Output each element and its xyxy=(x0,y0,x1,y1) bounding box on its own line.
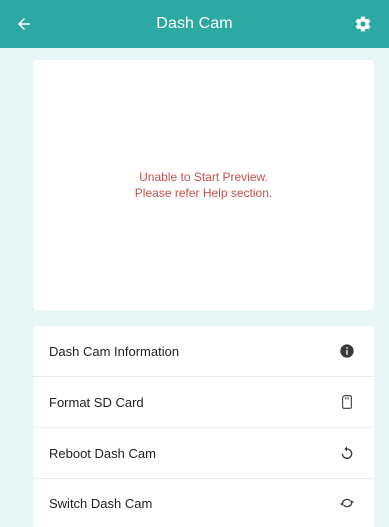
switch-icon xyxy=(336,492,358,514)
menu-item-format-sd-card[interactable]: Format SD Card xyxy=(33,377,374,428)
settings-menu: Dash Cam Information Format SD Card Rebo… xyxy=(33,326,374,527)
page-title: Dash Cam xyxy=(156,15,233,32)
preview-error-message: Unable to Start Preview. Please refer He… xyxy=(135,169,272,201)
menu-item-label: Switch Dash Cam xyxy=(49,495,153,511)
menu-item-switch-dash-cam[interactable]: Switch Dash Cam xyxy=(33,479,374,527)
menu-item-label: Format SD Card xyxy=(49,394,144,410)
gear-icon xyxy=(355,16,371,32)
arrow-left-icon xyxy=(18,18,30,30)
menu-item-label: Reboot Dash Cam xyxy=(49,445,156,461)
camera-preview: Unable to Start Preview. Please refer He… xyxy=(33,60,374,310)
info-icon xyxy=(336,340,358,362)
reboot-icon xyxy=(336,442,358,464)
app-bar: Dash Cam xyxy=(0,0,389,48)
preview-error-line-1: Unable to Start Preview. xyxy=(139,170,268,184)
preview-error-line-2: Please refer Help section. xyxy=(134,186,273,200)
menu-item-reboot-dash-cam[interactable]: Reboot Dash Cam xyxy=(33,428,374,479)
sd-card-icon xyxy=(336,391,358,413)
back-button[interactable] xyxy=(4,4,44,44)
menu-item-label: Dash Cam Information xyxy=(49,343,180,359)
settings-button[interactable] xyxy=(343,4,383,44)
menu-item-dash-cam-information[interactable]: Dash Cam Information xyxy=(33,326,374,377)
